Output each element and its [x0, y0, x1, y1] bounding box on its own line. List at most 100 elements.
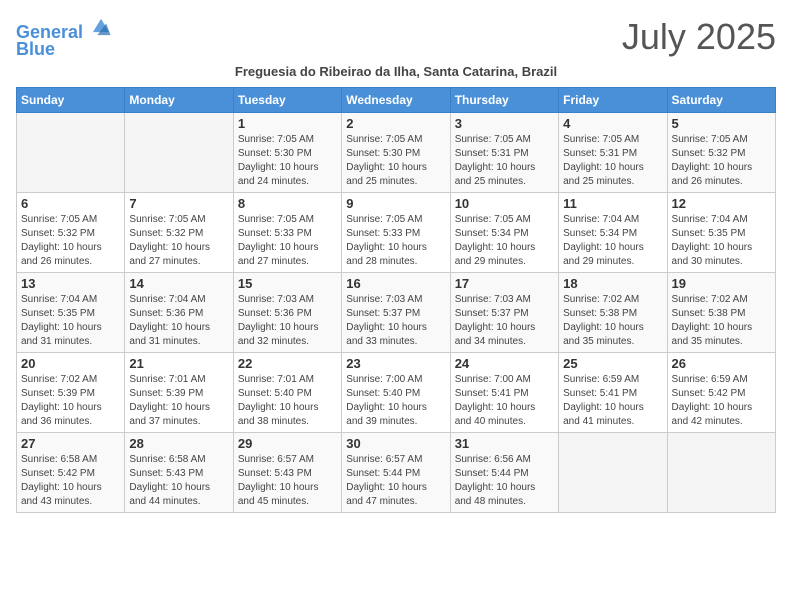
- day-number: 23: [346, 356, 445, 371]
- calendar-cell: 16 Sunrise: 7:03 AM Sunset: 5:37 PM Dayli…: [342, 272, 450, 352]
- day-detail: Sunrise: 7:04 AM Sunset: 5:36 PM Dayligh…: [129, 293, 228, 349]
- calendar-cell: 5 Sunrise: 7:05 AM Sunset: 5:32 PM Daylig…: [667, 112, 775, 192]
- day-number: 20: [21, 356, 120, 371]
- calendar-cell: 15 Sunrise: 7:03 AM Sunset: 5:36 PM Dayli…: [233, 272, 341, 352]
- day-number: 17: [455, 276, 554, 291]
- day-detail: Sunrise: 7:05 AM Sunset: 5:31 PM Dayligh…: [455, 133, 554, 189]
- day-number: 15: [238, 276, 337, 291]
- calendar-cell: [667, 432, 775, 512]
- day-number: 4: [563, 116, 662, 131]
- day-detail: Sunrise: 7:05 AM Sunset: 5:33 PM Dayligh…: [346, 213, 445, 269]
- calendar-cell: 31 Sunrise: 6:56 AM Sunset: 5:44 PM Dayli…: [450, 432, 558, 512]
- day-number: 2: [346, 116, 445, 131]
- weekday-header-thursday: Thursday: [450, 87, 558, 112]
- calendar-cell: 14Sunrise: 7:04 AM Sunset: 5:36 PM Dayli…: [125, 272, 233, 352]
- day-detail: Sunrise: 6:58 AM Sunset: 5:43 PM Dayligh…: [129, 453, 228, 509]
- day-number: 9: [346, 196, 445, 211]
- day-detail: Sunrise: 7:05 AM Sunset: 5:34 PM Dayligh…: [455, 213, 554, 269]
- calendar-cell: 28 Sunrise: 6:58 AM Sunset: 5:43 PM Dayli…: [125, 432, 233, 512]
- day-detail: Sunrise: 7:00 AM Sunset: 5:41 PM Dayligh…: [455, 373, 554, 429]
- day-number: 19: [672, 276, 771, 291]
- calendar-week-1: 1 Sunrise: 7:05 AM Sunset: 5:30 PM Daylig…: [17, 112, 776, 192]
- day-detail: Sunrise: 7:03 AM Sunset: 5:37 PM Dayligh…: [455, 293, 554, 349]
- logo-icon: [90, 16, 112, 38]
- day-detail: Sunrise: 7:02 AM Sunset: 5:38 PM Dayligh…: [672, 293, 771, 349]
- day-detail: Sunrise: 7:03 AM Sunset: 5:36 PM Dayligh…: [238, 293, 337, 349]
- day-number: 11: [563, 196, 662, 211]
- calendar-cell: [559, 432, 667, 512]
- day-number: 12: [672, 196, 771, 211]
- day-detail: Sunrise: 7:04 AM Sunset: 5:35 PM Dayligh…: [21, 293, 120, 349]
- day-number: 7: [129, 196, 228, 211]
- calendar-cell: 22Sunrise: 7:01 AM Sunset: 5:40 PM Dayli…: [233, 352, 341, 432]
- calendar-cell: 23 Sunrise: 7:00 AM Sunset: 5:40 PM Dayli…: [342, 352, 450, 432]
- calendar-cell: 11Sunrise: 7:04 AM Sunset: 5:34 PM Dayli…: [559, 192, 667, 272]
- day-detail: Sunrise: 7:05 AM Sunset: 5:32 PM Dayligh…: [21, 213, 120, 269]
- day-number: 30: [346, 436, 445, 451]
- calendar-body: 1 Sunrise: 7:05 AM Sunset: 5:30 PM Daylig…: [17, 112, 776, 512]
- weekday-header-sunday: Sunday: [17, 87, 125, 112]
- calendar-cell: 3Sunrise: 7:05 AM Sunset: 5:31 PM Daylig…: [450, 112, 558, 192]
- calendar-cell: 8 Sunrise: 7:05 AM Sunset: 5:33 PM Daylig…: [233, 192, 341, 272]
- calendar-cell: 6Sunrise: 7:05 AM Sunset: 5:32 PM Daylig…: [17, 192, 125, 272]
- calendar-cell: 30 Sunrise: 6:57 AM Sunset: 5:44 PM Dayli…: [342, 432, 450, 512]
- weekday-header-friday: Friday: [559, 87, 667, 112]
- day-detail: Sunrise: 7:05 AM Sunset: 5:30 PM Dayligh…: [238, 133, 337, 189]
- calendar-cell: 2 Sunrise: 7:05 AM Sunset: 5:30 PM Daylig…: [342, 112, 450, 192]
- day-detail: Sunrise: 7:05 AM Sunset: 5:30 PM Dayligh…: [346, 133, 445, 189]
- weekday-header-saturday: Saturday: [667, 87, 775, 112]
- day-detail: Sunrise: 7:01 AM Sunset: 5:39 PM Dayligh…: [129, 373, 228, 429]
- calendar-cell: 1 Sunrise: 7:05 AM Sunset: 5:30 PM Daylig…: [233, 112, 341, 192]
- calendar-cell: 17 Sunrise: 7:03 AM Sunset: 5:37 PM Dayli…: [450, 272, 558, 352]
- calendar-cell: 27Sunrise: 6:58 AM Sunset: 5:42 PM Dayli…: [17, 432, 125, 512]
- day-detail: Sunrise: 7:05 AM Sunset: 5:32 PM Dayligh…: [129, 213, 228, 269]
- month-title: July 2025: [622, 16, 776, 58]
- calendar-table: SundayMondayTuesdayWednesdayThursdayFrid…: [16, 87, 776, 513]
- calendar-cell: 20Sunrise: 7:02 AM Sunset: 5:39 PM Dayli…: [17, 352, 125, 432]
- day-number: 16: [346, 276, 445, 291]
- day-number: 25: [563, 356, 662, 371]
- day-number: 28: [129, 436, 228, 451]
- calendar-cell: 7 Sunrise: 7:05 AM Sunset: 5:32 PM Daylig…: [125, 192, 233, 272]
- day-detail: Sunrise: 7:03 AM Sunset: 5:37 PM Dayligh…: [346, 293, 445, 349]
- day-detail: Sunrise: 6:59 AM Sunset: 5:42 PM Dayligh…: [672, 373, 771, 429]
- day-detail: Sunrise: 6:56 AM Sunset: 5:44 PM Dayligh…: [455, 453, 554, 509]
- calendar-header: SundayMondayTuesdayWednesdayThursdayFrid…: [17, 87, 776, 112]
- weekday-header-tuesday: Tuesday: [233, 87, 341, 112]
- calendar-cell: 12Sunrise: 7:04 AM Sunset: 5:35 PM Dayli…: [667, 192, 775, 272]
- calendar-cell: 9 Sunrise: 7:05 AM Sunset: 5:33 PM Daylig…: [342, 192, 450, 272]
- day-detail: Sunrise: 6:59 AM Sunset: 5:41 PM Dayligh…: [563, 373, 662, 429]
- day-number: 31: [455, 436, 554, 451]
- logo: General Blue: [16, 16, 112, 60]
- page-header: General Blue July 2025: [16, 16, 776, 60]
- day-detail: Sunrise: 6:57 AM Sunset: 5:43 PM Dayligh…: [238, 453, 337, 509]
- calendar-cell: 4 Sunrise: 7:05 AM Sunset: 5:31 PM Daylig…: [559, 112, 667, 192]
- calendar-cell: [125, 112, 233, 192]
- calendar-cell: 18Sunrise: 7:02 AM Sunset: 5:38 PM Dayli…: [559, 272, 667, 352]
- calendar-cell: 26 Sunrise: 6:59 AM Sunset: 5:42 PM Dayli…: [667, 352, 775, 432]
- calendar-week-4: 20Sunrise: 7:02 AM Sunset: 5:39 PM Dayli…: [17, 352, 776, 432]
- day-number: 22: [238, 356, 337, 371]
- day-number: 18: [563, 276, 662, 291]
- day-number: 8: [238, 196, 337, 211]
- day-detail: Sunrise: 6:57 AM Sunset: 5:44 PM Dayligh…: [346, 453, 445, 509]
- day-number: 5: [672, 116, 771, 131]
- weekday-header-row: SundayMondayTuesdayWednesdayThursdayFrid…: [17, 87, 776, 112]
- day-detail: Sunrise: 7:05 AM Sunset: 5:33 PM Dayligh…: [238, 213, 337, 269]
- day-detail: Sunrise: 7:00 AM Sunset: 5:40 PM Dayligh…: [346, 373, 445, 429]
- calendar-cell: 13Sunrise: 7:04 AM Sunset: 5:35 PM Dayli…: [17, 272, 125, 352]
- calendar-cell: [17, 112, 125, 192]
- calendar-week-5: 27Sunrise: 6:58 AM Sunset: 5:42 PM Dayli…: [17, 432, 776, 512]
- calendar-week-2: 6Sunrise: 7:05 AM Sunset: 5:32 PM Daylig…: [17, 192, 776, 272]
- weekday-header-monday: Monday: [125, 87, 233, 112]
- day-number: 1: [238, 116, 337, 131]
- calendar-cell: 24 Sunrise: 7:00 AM Sunset: 5:41 PM Dayli…: [450, 352, 558, 432]
- calendar-cell: 29Sunrise: 6:57 AM Sunset: 5:43 PM Dayli…: [233, 432, 341, 512]
- day-number: 24: [455, 356, 554, 371]
- weekday-header-wednesday: Wednesday: [342, 87, 450, 112]
- day-detail: Sunrise: 7:05 AM Sunset: 5:32 PM Dayligh…: [672, 133, 771, 189]
- day-detail: Sunrise: 7:05 AM Sunset: 5:31 PM Dayligh…: [563, 133, 662, 189]
- calendar-cell: 25 Sunrise: 6:59 AM Sunset: 5:41 PM Dayli…: [559, 352, 667, 432]
- calendar-week-3: 13Sunrise: 7:04 AM Sunset: 5:35 PM Dayli…: [17, 272, 776, 352]
- day-number: 26: [672, 356, 771, 371]
